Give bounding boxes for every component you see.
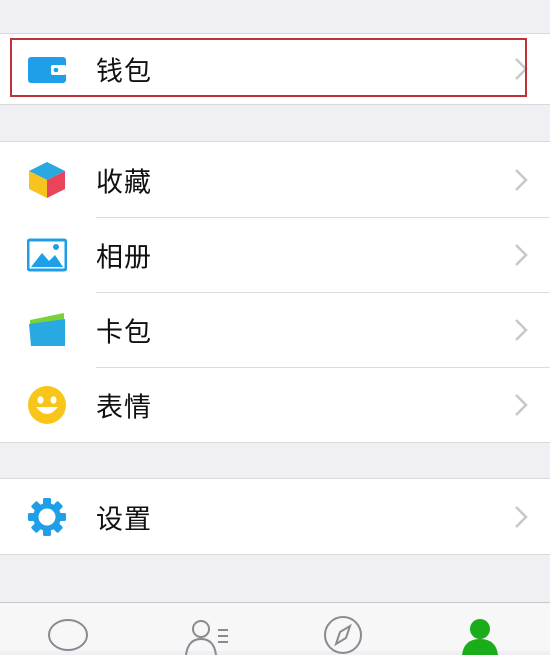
settings-label: 设置 xyxy=(96,504,152,535)
menu-item-album[interactable]: 相册 xyxy=(0,217,550,292)
chevron-right-icon xyxy=(515,505,528,528)
discover-compass-icon[interactable] xyxy=(313,615,373,655)
menu-item-favorites[interactable]: 收藏 xyxy=(0,142,550,217)
chevron-right-icon xyxy=(515,168,528,191)
menu-item-card-package[interactable]: 卡包 xyxy=(0,292,550,367)
chevron-right-icon xyxy=(515,243,528,266)
album-picture-icon xyxy=(27,238,67,271)
menu-group: 收藏 相册 卡包 表情 xyxy=(0,141,550,443)
card-package-icon xyxy=(29,312,65,346)
wallet-icon xyxy=(28,57,66,83)
chevron-right-icon xyxy=(515,318,528,341)
chat-bubble-icon[interactable] xyxy=(38,615,98,655)
chevron-right-icon xyxy=(515,393,528,416)
settings-row[interactable]: 设置 xyxy=(0,479,550,554)
menu-item-label: 卡包 xyxy=(96,317,152,348)
contacts-icon[interactable] xyxy=(176,615,236,655)
menu-item-label: 收藏 xyxy=(96,167,152,198)
smiley-emoji-icon xyxy=(28,385,66,424)
wallet-group: 钱包 xyxy=(0,33,550,105)
favorites-cube-icon xyxy=(29,161,65,198)
menu-item-label: 相册 xyxy=(96,242,152,273)
gear-icon xyxy=(28,497,66,536)
wallet-row[interactable]: 钱包 xyxy=(0,34,550,104)
menu-item-emoji[interactable]: 表情 xyxy=(0,367,550,442)
bottom-tab-bar xyxy=(0,602,550,655)
menu-item-label: 表情 xyxy=(96,392,152,423)
wallet-label: 钱包 xyxy=(96,56,152,88)
me-person-icon[interactable] xyxy=(450,615,510,655)
chevron-right-icon xyxy=(515,58,528,80)
settings-group: 设置 xyxy=(0,478,550,555)
